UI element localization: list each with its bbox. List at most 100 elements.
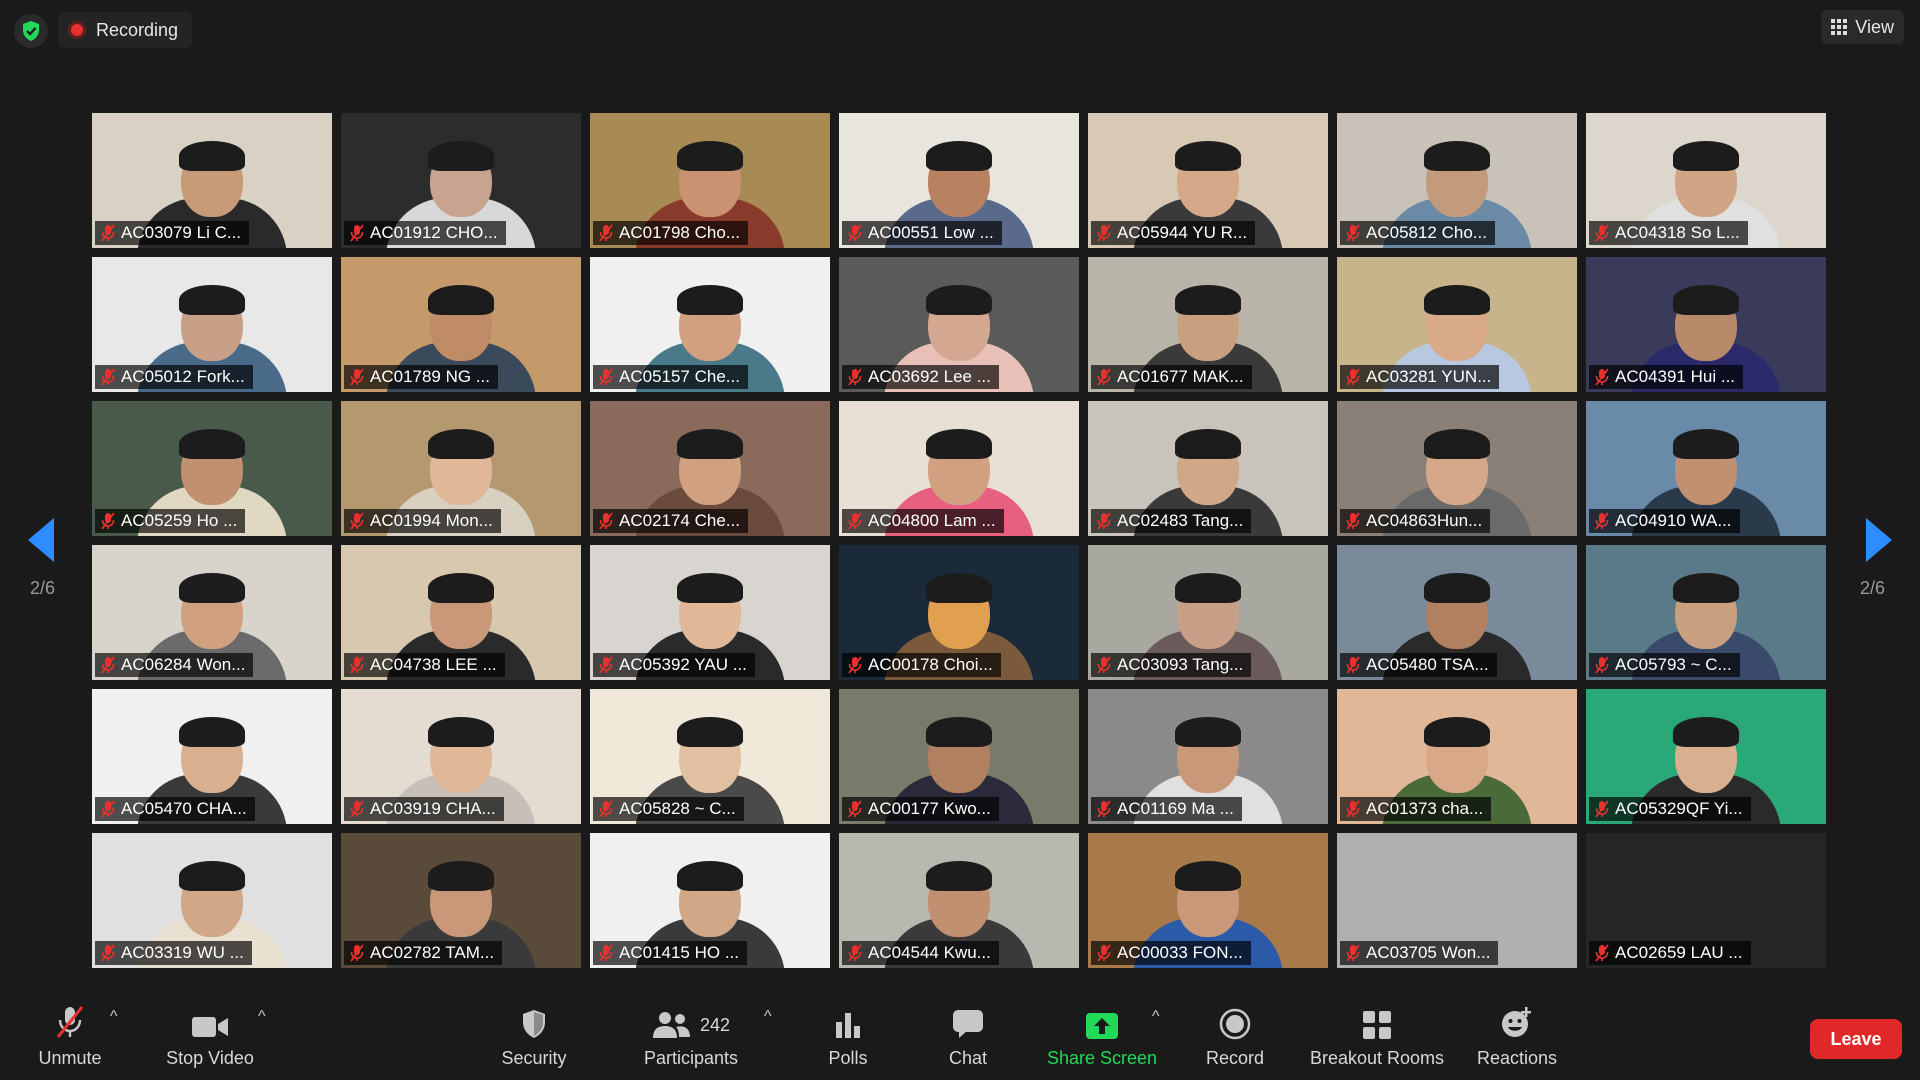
muted-mic-icon xyxy=(350,656,364,674)
participant-video-tile[interactable]: AC05470 CHA... xyxy=(92,689,332,824)
participant-video-tile[interactable]: AC03281 YUN... xyxy=(1337,257,1577,392)
participant-video-tile[interactable]: AC04738 LEE ... xyxy=(341,545,581,680)
participant-name: AC00178 Choi... xyxy=(868,655,993,674)
stop-video-button[interactable]: Stop Video xyxy=(160,990,260,1080)
page-indicator-left: 2/6 xyxy=(30,578,56,598)
participant-video-tile[interactable]: AC00177 Kwo... xyxy=(839,689,1079,824)
participant-video-tile[interactable]: AC04391 Hui ... xyxy=(1586,257,1826,392)
muted-mic-icon xyxy=(350,512,364,530)
participant-name: AC01798 Cho... xyxy=(619,223,740,242)
muted-mic-icon xyxy=(1346,512,1360,530)
participant-video-tile[interactable]: AC05012 Fork... xyxy=(92,257,332,392)
participant-video-tile[interactable]: AC01677 MAK... xyxy=(1088,257,1328,392)
participant-hair xyxy=(926,141,992,171)
participant-video-tile[interactable]: AC04544 Kwu... xyxy=(839,833,1079,968)
share-options-caret-icon[interactable]: ^ xyxy=(1152,1008,1160,1026)
participant-name: AC03093 Tang... xyxy=(1117,655,1244,674)
participant-name: AC05480 TSA... xyxy=(1366,655,1489,674)
participant-video-tile[interactable]: AC05828 ~ C... xyxy=(590,689,830,824)
participant-video-tile[interactable]: AC05392 YAU ... xyxy=(590,545,830,680)
participant-hair xyxy=(428,285,494,315)
video-options-caret-icon[interactable]: ^ xyxy=(258,1008,266,1026)
polls-button[interactable]: Polls xyxy=(818,990,878,1080)
share-screen-button[interactable]: Share Screen xyxy=(1044,990,1160,1080)
participant-video-tile[interactable]: AC05944 YU R... xyxy=(1088,113,1328,248)
participant-name-tag: AC01798 Cho... xyxy=(593,221,748,245)
reactions-button[interactable]: Reactions xyxy=(1472,990,1562,1080)
breakout-rooms-button[interactable]: Breakout Rooms xyxy=(1304,990,1450,1080)
participant-video-tile[interactable]: AC05259 Ho ... xyxy=(92,401,332,536)
participant-video-tile[interactable]: AC00033 FON... xyxy=(1088,833,1328,968)
leave-button[interactable]: Leave xyxy=(1810,1019,1902,1059)
participant-hair xyxy=(926,285,992,315)
unmute-button[interactable]: Unmute xyxy=(30,990,110,1080)
view-button[interactable]: View xyxy=(1821,10,1904,44)
participant-video-tile[interactable]: AC03919 CHA... xyxy=(341,689,581,824)
participant-video-tile[interactable]: AC04910 WA... xyxy=(1586,401,1826,536)
participant-name-tag: AC06284 Won... xyxy=(95,653,254,677)
participant-video-tile[interactable]: AC01912 CHO... xyxy=(341,113,581,248)
participant-video-tile[interactable]: AC06284 Won... xyxy=(92,545,332,680)
participant-name: AC05157 Che... xyxy=(619,367,740,386)
chat-label: Chat xyxy=(948,1048,988,1068)
audio-options-caret-icon[interactable]: ^ xyxy=(110,1008,118,1026)
chat-button[interactable]: Chat xyxy=(938,990,998,1080)
participant-video-tile[interactable]: AC02174 Che... xyxy=(590,401,830,536)
participants-options-caret-icon[interactable]: ^ xyxy=(764,1008,772,1026)
participant-video-tile[interactable]: AC01373 cha... xyxy=(1337,689,1577,824)
participant-name-tag: AC05944 YU R... xyxy=(1091,221,1256,245)
participant-name: AC02483 Tang... xyxy=(1117,511,1244,530)
muted-mic-icon xyxy=(1595,224,1609,242)
participant-hair xyxy=(1673,429,1739,459)
participant-name-tag: AC04863Hun... xyxy=(1340,509,1491,533)
recording-indicator[interactable]: Recording xyxy=(58,12,193,48)
participant-video-tile[interactable]: AC03079 Li C... xyxy=(92,113,332,248)
previous-page-arrow-icon[interactable] xyxy=(28,518,54,562)
muted-mic-icon xyxy=(599,512,613,530)
participant-video-tile[interactable]: AC02782 TAM... xyxy=(341,833,581,968)
unmute-label: Unmute xyxy=(38,1048,102,1068)
participant-name-tag: AC03079 Li C... xyxy=(95,221,250,245)
participant-video-tile[interactable]: AC05793 ~ C... xyxy=(1586,545,1826,680)
muted-mic-icon xyxy=(1595,368,1609,386)
participant-video-tile[interactable]: AC01789 NG ... xyxy=(341,257,581,392)
participant-video-tile[interactable]: AC00551 Low ... xyxy=(839,113,1079,248)
participant-video-tile[interactable]: AC03319 WU ... xyxy=(92,833,332,968)
participant-video-tile[interactable]: AC05157 Che... xyxy=(590,257,830,392)
muted-mic-icon xyxy=(1097,512,1111,530)
participant-name-tag: AC05828 ~ C... xyxy=(593,797,744,821)
participant-video-tile[interactable]: AC01169 Ma ... xyxy=(1088,689,1328,824)
participant-video-tile[interactable]: AC04318 So L... xyxy=(1586,113,1826,248)
participant-name: AC05012 Fork... xyxy=(121,367,245,386)
microphone-muted-icon xyxy=(55,990,85,1042)
participant-video-tile[interactable]: AC04863Hun... xyxy=(1337,401,1577,536)
participant-video-tile[interactable]: AC05329QF Yi... xyxy=(1586,689,1826,824)
security-button[interactable]: Security xyxy=(490,990,578,1080)
participant-name-tag: AC05157 Che... xyxy=(593,365,748,389)
participant-video-tile[interactable]: AC03705 Won... xyxy=(1337,833,1577,968)
participant-name: AC03319 WU ... xyxy=(121,943,244,962)
participants-button[interactable]: 242 Participants xyxy=(636,990,746,1080)
participant-video-tile[interactable]: AC05480 TSA... xyxy=(1337,545,1577,680)
participant-name: AC03919 CHA... xyxy=(370,799,496,818)
muted-mic-icon xyxy=(101,224,115,242)
muted-mic-icon xyxy=(1097,656,1111,674)
participant-video-tile[interactable]: AC04800 Lam ... xyxy=(839,401,1079,536)
muted-mic-icon xyxy=(599,656,613,674)
participant-video-tile[interactable]: AC03093 Tang... xyxy=(1088,545,1328,680)
share-screen-arrow-icon xyxy=(1085,990,1119,1042)
record-label: Record xyxy=(1205,1048,1265,1068)
participant-video-tile[interactable]: AC01415 HO ... xyxy=(590,833,830,968)
participant-name-tag: AC01373 cha... xyxy=(1340,797,1492,821)
participant-video-tile[interactable]: AC02659 LAU ... xyxy=(1586,833,1826,968)
participant-video-tile[interactable]: AC01994 Mon... xyxy=(341,401,581,536)
participant-video-tile[interactable]: AC00178 Choi... xyxy=(839,545,1079,680)
participant-video-tile[interactable]: AC01798 Cho... xyxy=(590,113,830,248)
record-button[interactable]: Record xyxy=(1200,990,1270,1080)
next-page-arrow-icon[interactable] xyxy=(1866,518,1892,562)
participants-label: Participants xyxy=(643,1048,739,1068)
participant-video-tile[interactable]: AC05812 Cho... xyxy=(1337,113,1577,248)
participant-video-tile[interactable]: AC03692 Lee ... xyxy=(839,257,1079,392)
participant-video-tile[interactable]: AC02483 Tang... xyxy=(1088,401,1328,536)
security-shield-icon[interactable] xyxy=(14,14,48,48)
